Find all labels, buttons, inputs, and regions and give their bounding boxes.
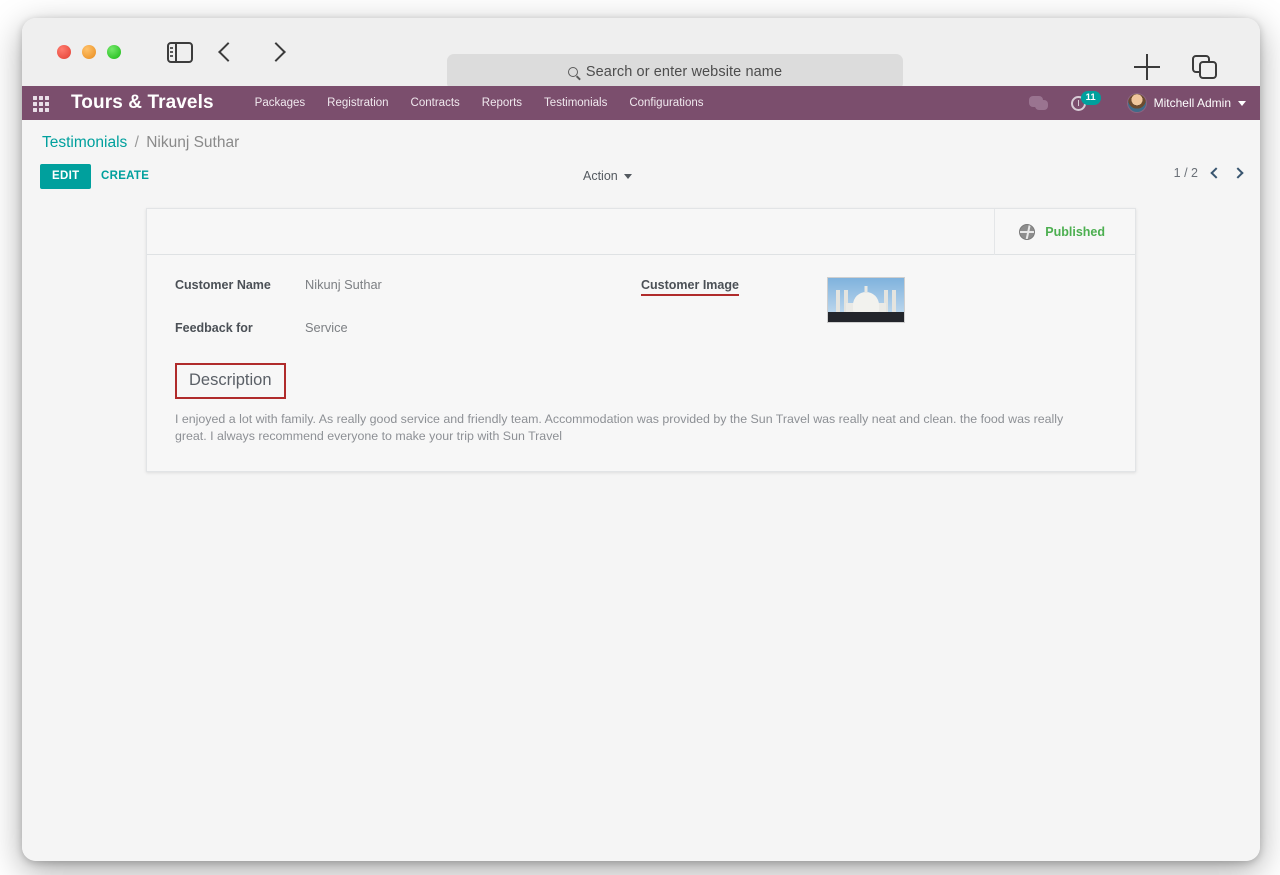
address-bar[interactable]: Search or enter website name (447, 54, 903, 90)
pager-next-button[interactable] (1232, 167, 1244, 179)
action-dropdown-label: Action (583, 169, 618, 183)
menu-item-packages[interactable]: Packages (244, 86, 317, 120)
browser-titlebar: Search or enter website name (22, 18, 1260, 90)
form-view: Published Customer Name Nikunj Suthar Fe… (22, 208, 1260, 472)
chevron-down-icon (623, 173, 632, 179)
status-badge-label: Published (1045, 225, 1105, 239)
control-panel: Testimonials / Nikunj Suthar EDIT CREATE… (22, 120, 1260, 200)
window-controls[interactable] (57, 45, 121, 59)
navbar-systray: 11 Mitchell Admin (1028, 86, 1250, 120)
forward-button[interactable] (263, 39, 289, 65)
description-text[interactable]: I enjoyed a lot with family. As really g… (175, 411, 1075, 445)
form-column-right: Customer Image (641, 277, 1107, 363)
pager: 1 / 2 (1173, 166, 1244, 180)
apps-grid-icon[interactable] (33, 95, 51, 112)
minaret-icon (835, 290, 840, 313)
create-button[interactable]: CREATE (95, 164, 155, 189)
avatar[interactable] (1126, 93, 1147, 113)
customer-image-thumbnail[interactable] (826, 277, 905, 323)
breadcrumb-separator: / (134, 134, 139, 151)
menu-item-registration[interactable]: Registration (316, 86, 399, 120)
field-feedback-for: Feedback for Service (175, 320, 641, 335)
maximize-window-button[interactable] (107, 45, 121, 59)
close-window-button[interactable] (57, 45, 71, 59)
forward-chevron-icon (266, 42, 286, 62)
sidebar-toggle-icon[interactable] (167, 41, 193, 63)
tab-overview-button[interactable] (1192, 55, 1218, 79)
chevron-down-icon[interactable] (1238, 100, 1246, 106)
form-columns: Customer Name Nikunj Suthar Feedback for… (175, 277, 1107, 363)
edit-button[interactable]: EDIT (40, 164, 92, 189)
form-statusbar: Published (147, 209, 1135, 255)
back-chevron-icon (218, 42, 238, 62)
minaret-icon (891, 290, 896, 313)
foreground-band (827, 312, 904, 322)
browser-window: Search or enter website name Tours & Tra… (22, 18, 1260, 861)
activity-count-badge: 11 (1080, 91, 1101, 105)
address-bar-placeholder: Search or enter website name (585, 64, 783, 80)
browser-toolbar-right (1134, 54, 1218, 80)
form-body: Customer Name Nikunj Suthar Feedback for… (147, 255, 1135, 471)
menu-item-testimonials[interactable]: Testimonials (533, 86, 618, 120)
breadcrumb: Testimonials / Nikunj Suthar (32, 120, 1250, 152)
breadcrumb-current: Nikunj Suthar (146, 134, 240, 151)
control-panel-actions: EDIT CREATE Action 1 / 2 (32, 158, 1250, 200)
activities-button[interactable]: 11 (1070, 91, 1101, 111)
menu-item-configurations[interactable]: Configurations (618, 86, 714, 120)
action-dropdown[interactable]: Action (577, 165, 638, 187)
status-badge[interactable]: Published (994, 209, 1135, 255)
pager-count: 1 / 2 (1173, 166, 1198, 180)
new-tab-button[interactable] (1134, 54, 1160, 80)
breadcrumb-root[interactable]: Testimonials (42, 134, 127, 151)
pager-previous-button[interactable] (1210, 167, 1222, 179)
field-label-customer-name: Customer Name (175, 278, 271, 292)
back-button[interactable] (215, 39, 241, 65)
menu-item-contracts[interactable]: Contracts (400, 86, 471, 120)
app-brand-title: Tours & Travels (71, 92, 214, 113)
field-label-feedback-for: Feedback for (175, 321, 253, 335)
form-sheet: Published Customer Name Nikunj Suthar Fe… (146, 208, 1136, 472)
field-value-feedback-for[interactable]: Service (305, 320, 348, 335)
field-value-customer-name[interactable]: Nikunj Suthar (305, 277, 382, 292)
form-column-left: Customer Name Nikunj Suthar Feedback for… (175, 277, 641, 363)
menu-item-reports[interactable]: Reports (471, 86, 533, 120)
search-icon (567, 67, 578, 77)
odoo-app: Tours & Travels Packages Registration Co… (22, 86, 1260, 861)
minimize-window-button[interactable] (82, 45, 96, 59)
field-customer-name: Customer Name Nikunj Suthar (175, 277, 641, 292)
top-navbar: Tours & Travels Packages Registration Co… (22, 86, 1260, 120)
description-heading: Description (175, 363, 286, 399)
user-menu-label[interactable]: Mitchell Admin (1154, 96, 1231, 110)
field-customer-image: Customer Image (641, 277, 1107, 323)
chat-bubbles-icon[interactable] (1028, 95, 1049, 111)
browser-nav-icons (167, 39, 289, 65)
screenshot-root: Search or enter website name Tours & Tra… (0, 0, 1280, 875)
main-menu: Packages Registration Contracts Reports … (244, 86, 715, 120)
dome-icon (852, 292, 879, 313)
globe-icon (1019, 224, 1036, 240)
field-label-customer-image: Customer Image (641, 277, 739, 296)
